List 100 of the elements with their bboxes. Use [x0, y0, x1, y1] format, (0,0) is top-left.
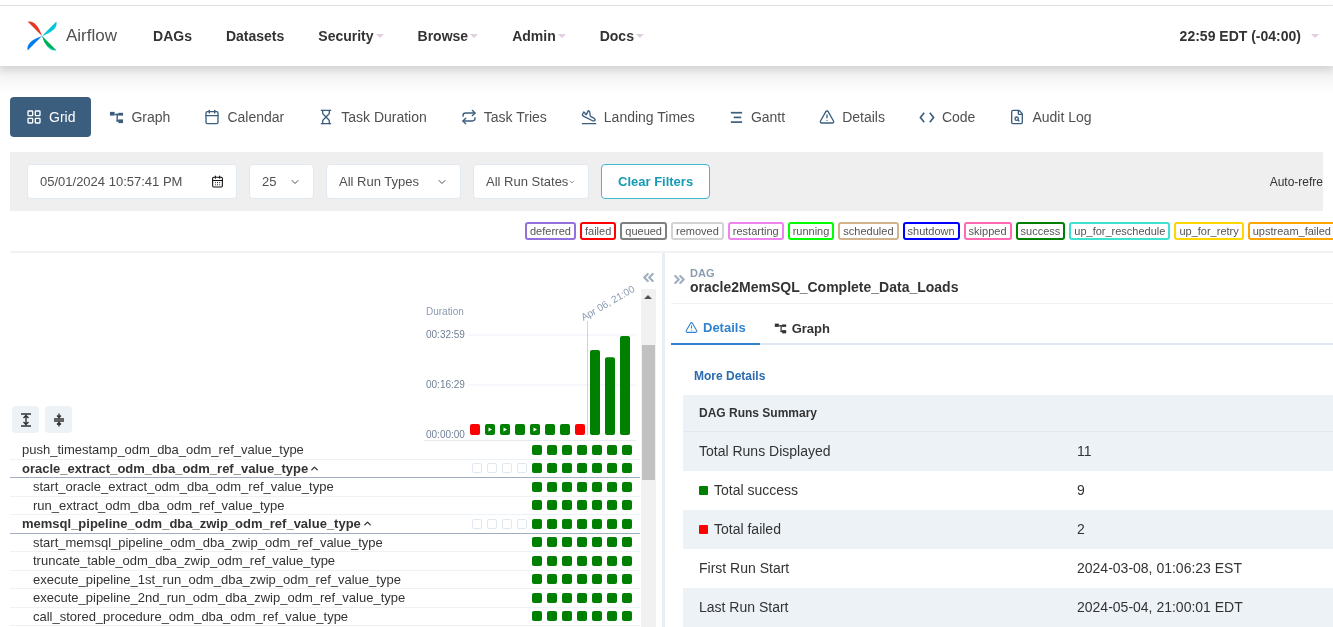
task-instance-square[interactable]	[607, 611, 617, 622]
task-instance-square[interactable]	[562, 518, 572, 529]
task-name[interactable]: run_extract_odm_dba_odm_ref_value_type	[33, 498, 285, 512]
state-legend-tag[interactable]: up_for_retry	[1174, 222, 1244, 240]
view-tab[interactable]: Gantt	[712, 97, 802, 137]
task-instance-square[interactable]	[562, 574, 572, 585]
task-name[interactable]: call_stored_procedure_odm_dba_odm_ref_value_type	[33, 609, 349, 623]
task-instance-square[interactable]	[607, 518, 617, 529]
run-duration-bar[interactable]	[500, 423, 510, 435]
state-legend-tag[interactable]: deferred	[525, 222, 576, 240]
task-instance-square[interactable]	[622, 518, 632, 529]
task-name[interactable]: truncate_table_odm_dba_zwip_odm_ref_value_type	[33, 554, 336, 568]
task-instance-square[interactable]	[592, 500, 602, 511]
task-instance-square[interactable]	[622, 481, 632, 492]
task-instance-square[interactable]	[577, 444, 587, 455]
view-tab[interactable]: Grid	[10, 97, 92, 137]
state-legend-tag[interactable]: scheduled	[838, 222, 899, 240]
task-name[interactable]: execute_pipeline_1st_run_odm_dba_zwip_odm_ref_value_type	[33, 572, 401, 586]
task-instance-square[interactable]	[532, 518, 542, 529]
run-duration-bar[interactable]	[470, 423, 480, 435]
task-name[interactable]: start_oracle_extract_odm_dba_odm_ref_value_type	[33, 480, 334, 494]
task-instance-square[interactable]	[592, 481, 602, 492]
state-legend-tag[interactable]: restarting	[727, 222, 784, 240]
state-legend-tag[interactable]: failed	[580, 222, 617, 240]
task-instance-square[interactable]	[547, 592, 557, 603]
nav-menu-item[interactable]: Datasets	[225, 25, 285, 47]
task-instance-square[interactable]	[547, 518, 557, 529]
task-instance-square[interactable]	[607, 481, 617, 492]
nav-menu-item[interactable]: Browse	[417, 25, 479, 47]
scrollbar[interactable]	[640, 289, 656, 627]
task-instance-square[interactable]	[592, 611, 602, 622]
task-instance-square[interactable]	[547, 555, 557, 566]
task-instance-square[interactable]	[622, 444, 632, 455]
view-tab[interactable]: Task Tries	[444, 97, 563, 137]
task-instance-square[interactable]	[607, 574, 617, 585]
run-duration-bar[interactable]	[515, 423, 525, 435]
state-legend-tag[interactable]: skipped	[963, 222, 1012, 240]
run-duration-bar[interactable]	[530, 423, 540, 435]
run-type-select[interactable]: All Run Types	[326, 164, 461, 199]
task-instance-square[interactable]	[562, 537, 572, 548]
state-legend-tag[interactable]: running	[787, 222, 835, 240]
task-instance-square[interactable]	[547, 537, 557, 548]
run-duration-bar[interactable]	[485, 423, 495, 435]
task-instance-square[interactable]	[592, 463, 602, 474]
task-name[interactable]: oracle_extract_odm_dba_odm_ref_value_type	[22, 461, 309, 475]
task-name[interactable]: execute_pipeline_2nd_run_odm_dba_zwip_odm_ref_value_type	[33, 591, 406, 605]
task-instance-square[interactable]	[577, 481, 587, 492]
view-tab[interactable]: Calendar	[188, 97, 301, 137]
task-instance-square[interactable]	[622, 574, 632, 585]
task-instance-square[interactable]	[532, 555, 542, 566]
task-instance-square[interactable]	[547, 481, 557, 492]
task-instance-square[interactable]	[562, 481, 572, 492]
task-instance-square[interactable]	[562, 500, 572, 511]
task-instance-square[interactable]	[607, 555, 617, 566]
task-instance-square[interactable]	[607, 500, 617, 511]
task-instance-square[interactable]	[607, 463, 617, 474]
run-count-select[interactable]: 25	[249, 164, 314, 199]
task-instance-square[interactable]	[592, 444, 602, 455]
nav-menu-item[interactable]: DAGs	[153, 25, 192, 47]
date-time-field[interactable]: 05/01/2024 10:57:41 PM	[27, 164, 237, 199]
task-instance-square[interactable]	[607, 592, 617, 603]
nav-menu-item[interactable]: Docs	[599, 25, 644, 47]
run-duration-bar[interactable]	[545, 423, 555, 435]
task-instance-square[interactable]	[577, 555, 587, 566]
task-instance-square[interactable]	[532, 444, 542, 455]
task-instance-square[interactable]	[547, 574, 557, 585]
details-tab[interactable]: Graph	[759, 312, 844, 345]
state-legend-tag[interactable]: queued	[620, 222, 667, 240]
task-instance-square[interactable]	[562, 611, 572, 622]
task-instance-square[interactable]	[532, 611, 542, 622]
task-instance-square[interactable]	[622, 500, 632, 511]
task-name[interactable]: push_timestamp_odm_dba_odm_ref_value_type	[22, 443, 304, 457]
task-instance-square[interactable]	[592, 592, 602, 603]
task-name[interactable]: start_memsql_pipeline_odm_dba_zwip_odm_ref_value_type	[33, 535, 383, 549]
task-instance-square[interactable]	[532, 537, 542, 548]
timezone-clock[interactable]: 22:59 EDT (-04:00)	[1179, 25, 1319, 47]
task-instance-square[interactable]	[577, 518, 587, 529]
task-instance-square[interactable]	[592, 537, 602, 548]
task-instance-square[interactable]	[607, 444, 617, 455]
collapse-all-button[interactable]	[45, 406, 72, 433]
view-tab[interactable]: Landing Times	[564, 97, 711, 137]
task-instance-square[interactable]	[532, 481, 542, 492]
task-instance-square[interactable]	[622, 592, 632, 603]
state-legend-tag[interactable]: upstream_failed	[1247, 222, 1333, 240]
task-instance-square[interactable]	[547, 444, 557, 455]
nav-menu-item[interactable]: Admin	[512, 25, 566, 47]
task-instance-square[interactable]	[577, 574, 587, 585]
task-instance-square[interactable]	[562, 444, 572, 455]
run-duration-bar[interactable]	[560, 423, 570, 435]
nav-menu-item[interactable]: Security	[318, 25, 384, 47]
state-legend-tag[interactable]: success	[1015, 222, 1066, 240]
view-tab[interactable]: Task Duration	[302, 97, 443, 137]
task-instance-square[interactable]	[547, 463, 557, 474]
task-instance-square[interactable]	[532, 574, 542, 585]
view-tab[interactable]: Details	[803, 97, 901, 137]
task-instance-square[interactable]	[577, 463, 587, 474]
state-legend-tag[interactable]: removed	[671, 222, 724, 240]
task-instance-square[interactable]	[622, 555, 632, 566]
task-instance-square[interactable]	[607, 537, 617, 548]
task-instance-square[interactable]	[577, 611, 587, 622]
